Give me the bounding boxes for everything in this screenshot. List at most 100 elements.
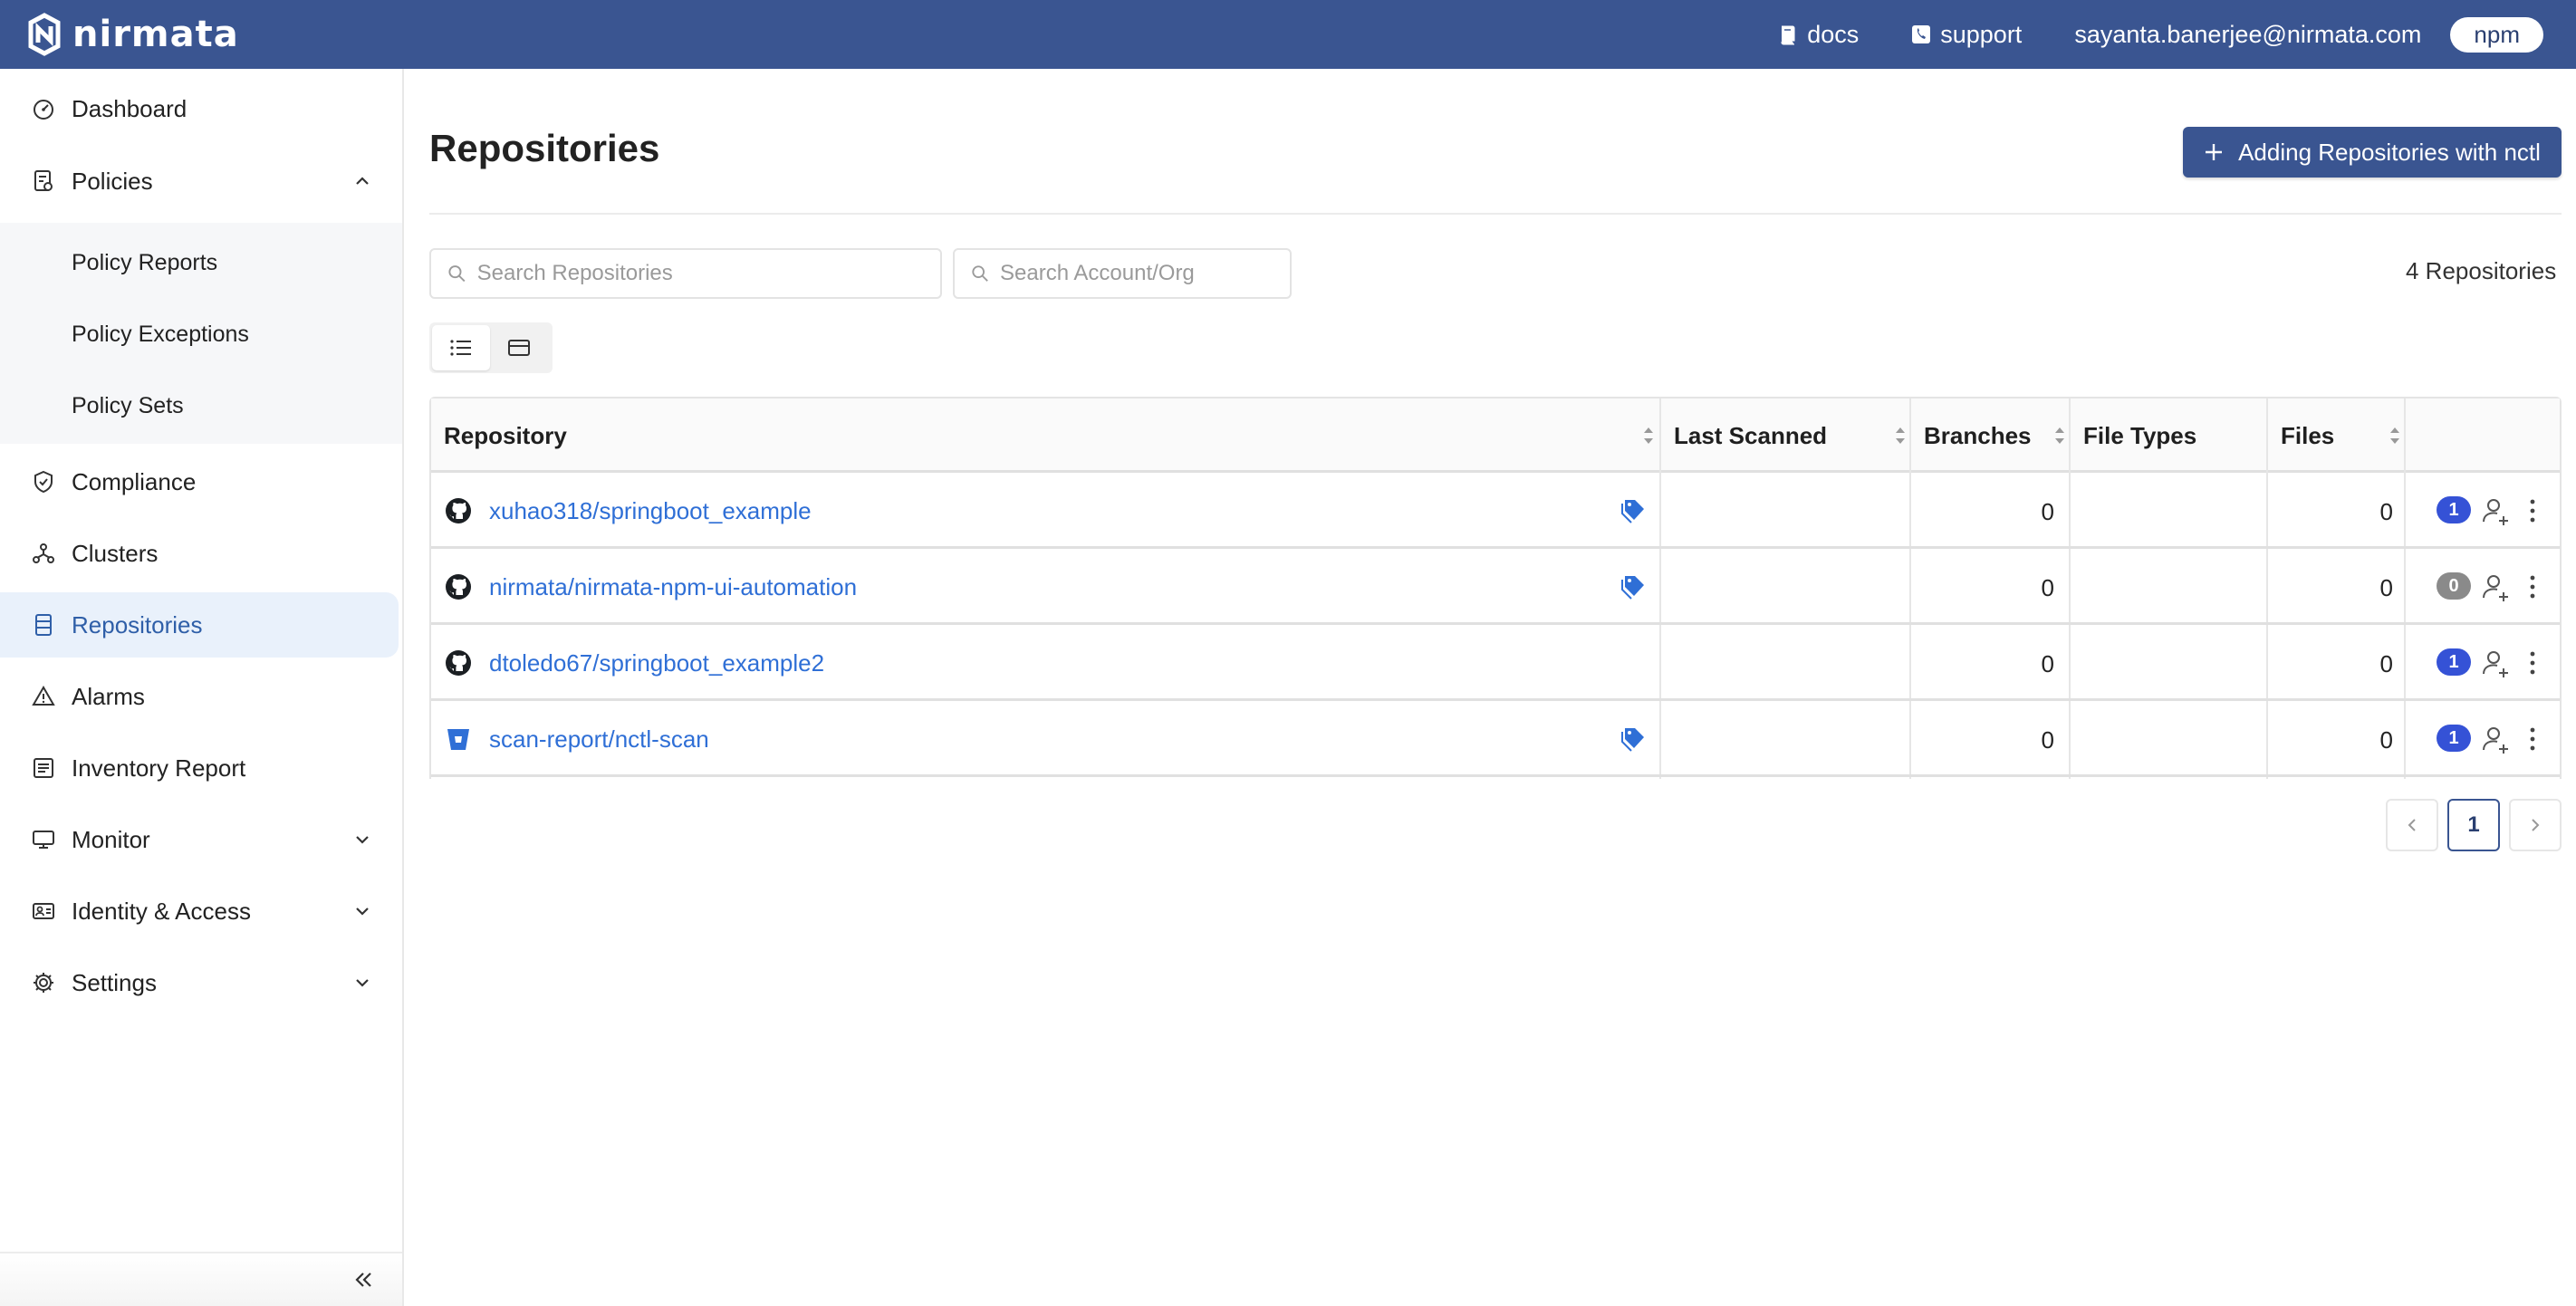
search-account-input[interactable] xyxy=(1000,261,1290,286)
more-options-icon[interactable] xyxy=(2522,495,2543,527)
files-value: 0 xyxy=(2379,574,2393,601)
sidebar-item-policy-sets[interactable]: Policy Sets xyxy=(72,393,184,419)
tag-icon[interactable] xyxy=(1620,496,1647,525)
branches-value: 0 xyxy=(2041,498,2054,525)
repository-link[interactable]: scan-report/nctl-scan xyxy=(489,725,709,754)
bitbucket-icon xyxy=(447,729,469,750)
sidebar-item-policy-reports[interactable]: Policy Reports xyxy=(72,250,217,276)
sort-icon[interactable] xyxy=(1641,423,1656,448)
list-view-button[interactable] xyxy=(432,325,490,370)
files-value: 0 xyxy=(2379,650,2393,677)
sidebar-item-alarms[interactable]: Alarms xyxy=(0,664,399,729)
more-options-icon[interactable] xyxy=(2522,723,2543,755)
column-label-last-scanned: Last Scanned xyxy=(1674,421,1828,449)
sidebar-item-compliance[interactable]: Compliance xyxy=(0,449,399,514)
sidebar-item-repositories[interactable]: Repositories xyxy=(0,592,399,658)
tag-icon[interactable] xyxy=(1620,572,1647,601)
search-account-field[interactable] xyxy=(953,248,1292,299)
sidebar-item-policies[interactable]: Policies xyxy=(0,149,399,214)
files-value: 0 xyxy=(2379,726,2393,754)
sidebar-label-identity-access: Identity & Access xyxy=(72,897,251,925)
monitor-icon xyxy=(33,831,54,849)
brand-logo[interactable]: nirmata xyxy=(24,9,239,60)
search-repositories-field[interactable] xyxy=(429,248,942,299)
status-badge[interactable]: 1 xyxy=(2437,648,2471,676)
github-icon xyxy=(446,574,471,600)
branches-value: 0 xyxy=(2041,650,2054,677)
phone-icon xyxy=(1912,25,1931,43)
org-switcher[interactable]: npm xyxy=(2450,16,2543,53)
tag-icon[interactable] xyxy=(1620,725,1647,754)
sidebar-item-settings[interactable]: Settings xyxy=(0,950,399,1015)
column-header-files[interactable]: Files xyxy=(2268,399,2406,473)
next-page-button[interactable] xyxy=(2509,799,2562,851)
id-card-icon xyxy=(33,903,54,919)
nirmata-logo-icon xyxy=(28,13,61,56)
chevron-down-icon xyxy=(356,836,369,844)
repository-link[interactable]: xuhao318/springboot_example xyxy=(489,497,812,525)
top-bar: nirmata docs support sayanta.banerjee@ni… xyxy=(0,0,2576,69)
github-icon xyxy=(446,498,471,523)
sidebar-label-monitor: Monitor xyxy=(72,825,150,853)
repository-link[interactable]: nirmata/nirmata-npm-ui-automation xyxy=(489,573,857,601)
column-header-file-types: File Types xyxy=(2071,399,2268,473)
card-view-button[interactable] xyxy=(490,325,548,370)
sort-icon[interactable] xyxy=(2388,423,2402,448)
sidebar-footer xyxy=(0,1252,402,1306)
branches-value: 0 xyxy=(2041,574,2054,601)
chevron-up-icon xyxy=(356,177,369,185)
previous-page-button[interactable] xyxy=(2386,799,2438,851)
sidebar-item-identity-access[interactable]: Identity & Access xyxy=(0,879,399,944)
table-row: dtoledo67/springboot_example2 0 0 1 xyxy=(431,625,2560,701)
collapse-sidebar-icon[interactable] xyxy=(351,1268,375,1292)
repository-link[interactable]: dtoledo67/springboot_example2 xyxy=(489,649,824,677)
speedometer-icon xyxy=(34,100,53,120)
sidebar-item-dashboard[interactable]: Dashboard xyxy=(0,76,399,141)
docs-link[interactable]: docs xyxy=(1778,21,1859,49)
column-header-last-scanned[interactable]: Last Scanned xyxy=(1661,399,1911,473)
sidebar-item-inventory-report[interactable]: Inventory Report xyxy=(0,735,399,801)
assign-user-icon[interactable] xyxy=(2480,571,2511,603)
page-title: Repositories xyxy=(429,127,660,169)
shield-check-icon xyxy=(34,470,53,494)
sidebar-item-clusters[interactable]: Clusters xyxy=(0,521,399,586)
column-label-files: Files xyxy=(2281,421,2335,449)
sidebar-label-repositories: Repositories xyxy=(72,610,203,639)
status-badge[interactable]: 1 xyxy=(2437,496,2471,523)
table-row: nirmata/nirmata-npm-ui-automation 0 0 0 xyxy=(431,549,2560,625)
column-header-branches[interactable]: Branches xyxy=(1911,399,2071,473)
chevron-down-icon xyxy=(356,907,369,916)
sort-icon[interactable] xyxy=(2052,423,2067,448)
support-link[interactable]: support xyxy=(1911,21,2022,49)
files-value: 0 xyxy=(2379,498,2393,525)
chevron-down-icon xyxy=(356,979,369,987)
more-options-icon[interactable] xyxy=(2522,571,2543,603)
adding-repositories-button[interactable]: Adding Repositories with nctl xyxy=(2183,127,2562,178)
support-label: support xyxy=(1940,20,2023,48)
book-icon xyxy=(1781,25,1795,45)
sidebar-item-monitor[interactable]: Monitor xyxy=(0,807,399,872)
table-row: xuhao318/springboot_example 0 0 1 xyxy=(431,473,2560,549)
assign-user-icon[interactable] xyxy=(2480,495,2511,527)
sidebar-label-clusters: Clusters xyxy=(72,539,159,567)
search-repositories-input[interactable] xyxy=(476,261,940,286)
sidebar-label-inventory-report: Inventory Report xyxy=(72,754,246,782)
column-label-repository: Repository xyxy=(444,421,567,449)
more-options-icon[interactable] xyxy=(2522,647,2543,679)
repository-icon xyxy=(35,614,52,636)
user-email[interactable]: sayanta.banerjee@nirmata.com xyxy=(2074,21,2421,49)
column-header-repository[interactable]: Repository xyxy=(431,399,1659,473)
assign-user-icon[interactable] xyxy=(2480,647,2511,679)
gear-icon xyxy=(34,973,53,993)
sidebar: Dashboard Policies Policy Reports Policy… xyxy=(0,69,404,1306)
card-icon xyxy=(508,340,530,356)
sidebar-label-policies: Policies xyxy=(72,167,153,195)
sidebar-item-policy-exceptions[interactable]: Policy Exceptions xyxy=(72,322,249,348)
sort-icon[interactable] xyxy=(1893,423,1908,448)
adding-repositories-label: Adding Repositories with nctl xyxy=(2238,138,2541,166)
view-toggle xyxy=(429,322,553,373)
page-number-button[interactable]: 1 xyxy=(2447,799,2500,851)
status-badge[interactable]: 1 xyxy=(2437,725,2471,752)
assign-user-icon[interactable] xyxy=(2480,723,2511,755)
status-badge[interactable]: 0 xyxy=(2437,572,2471,600)
